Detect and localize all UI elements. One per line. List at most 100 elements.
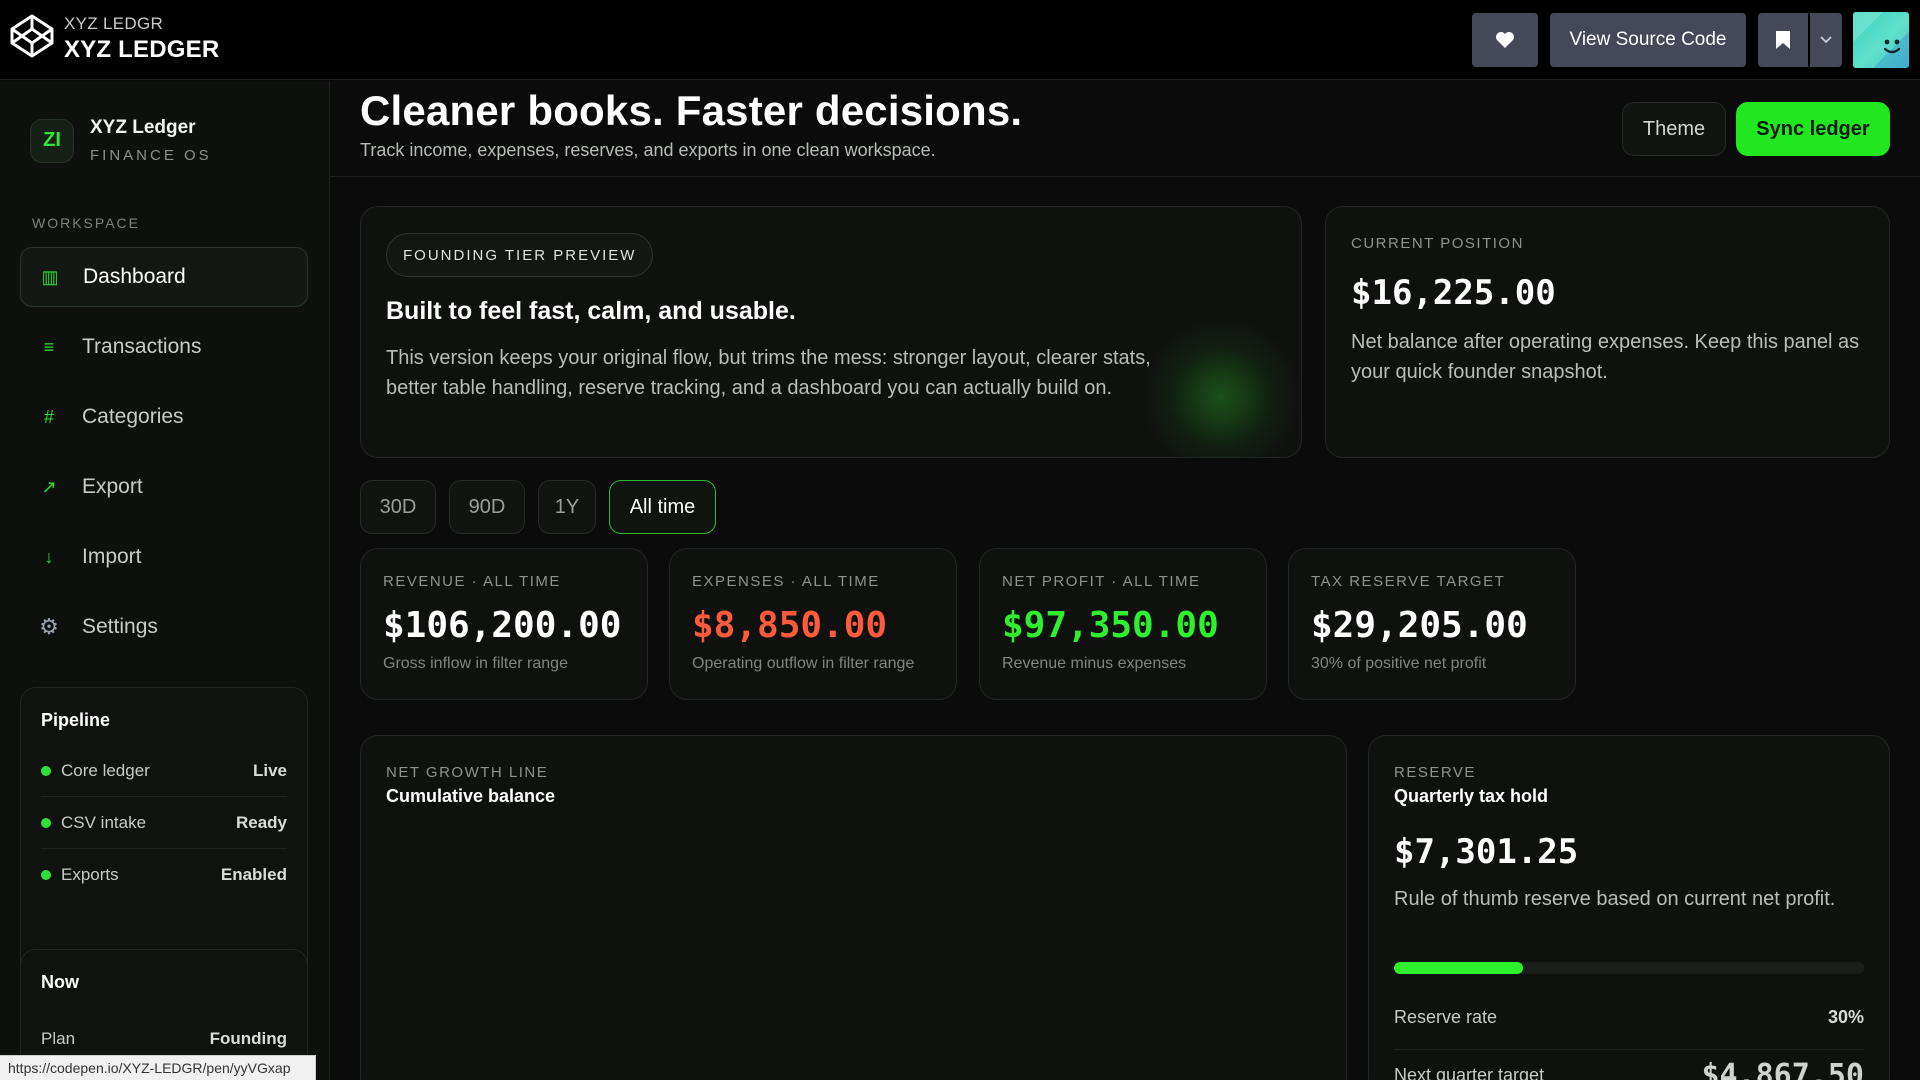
heart-icon — [1496, 32, 1514, 48]
now-title: Now — [41, 972, 79, 992]
theme-button[interactable]: Theme — [1622, 102, 1726, 156]
reserve-caption: RESERVE — [1394, 764, 1476, 781]
pipeline-row-status: Live — [252, 760, 287, 780]
bookmark-menu-button[interactable] — [1810, 13, 1842, 67]
status-dot-icon — [41, 870, 51, 880]
sidebar-item-label: Categories — [82, 405, 184, 428]
filter-90d-button[interactable]: 90D — [449, 480, 525, 534]
sidebar-item-transactions[interactable]: ≡ Transactions — [20, 317, 308, 377]
reserve-rate-row: Reserve rate 30% — [1394, 1000, 1864, 1050]
brand-name: XYZ Ledger — [90, 117, 196, 138]
pipeline-row-label: Core ledger — [61, 760, 150, 780]
reserve-progress-fill — [1394, 962, 1524, 974]
brand-logo-icon: ZI — [30, 118, 74, 163]
sidebar-item-label: Settings — [82, 615, 158, 638]
sidebar-item-categories[interactable]: # Categories — [20, 387, 308, 447]
pipeline-row-label: Exports — [61, 865, 119, 884]
sidebar-nav: ▥ Dashboard ≡ Transactions # Categories … — [20, 247, 308, 667]
stat-caption: REVENUE · ALL TIME — [383, 573, 561, 590]
gear-icon: ⚙ — [39, 614, 59, 639]
net-growth-card: NET GROWTH LINE Cumulative balance — [360, 735, 1347, 1080]
now-row-label: Plan — [41, 1029, 76, 1048]
user-avatar[interactable] — [1853, 12, 1909, 68]
pipeline-row-label: CSV intake — [61, 812, 147, 832]
stat-note: Gross inflow in filter range — [383, 655, 568, 672]
tax-reserve-stat-card: TAX RESERVE TARGET $29,205.00 30% of pos… — [1288, 548, 1576, 700]
pipeline-row-status: Enabled — [220, 865, 287, 884]
now-row-value: Founding — [209, 1029, 287, 1048]
sidebar-item-dashboard[interactable]: ▥ Dashboard — [20, 247, 308, 307]
reserve-rate-label: Reserve rate — [1394, 1007, 1498, 1027]
workspace-label: WORKSPACE — [32, 215, 140, 231]
stat-caption: TAX RESERVE TARGET — [1311, 573, 1506, 590]
codepen-topbar: XYZ LEDGR XYZ LEDGER View Source Code — [0, 0, 1920, 80]
position-description: Net balance after operating expenses. Ke… — [1351, 331, 1860, 383]
sync-ledger-button[interactable]: Sync ledger — [1736, 102, 1890, 156]
stat-value: $97,350.00 — [1002, 605, 1219, 646]
pipeline-title: Pipeline — [41, 710, 111, 730]
bookmark-icon — [1776, 31, 1790, 49]
stat-note: Revenue minus expenses — [1002, 655, 1187, 672]
next-quarter-value: $4,867.50 — [1701, 1058, 1864, 1080]
chevron-down-icon — [1820, 36, 1832, 44]
pen-author[interactable]: XYZ LEDGR — [64, 14, 219, 34]
dashboard-icon: ▥ — [41, 266, 59, 287]
avatar-face-icon — [1853, 12, 1909, 68]
next-quarter-label: Next quarter target — [1394, 1065, 1545, 1080]
bookmark-button[interactable] — [1758, 13, 1808, 67]
sidebar-item-settings[interactable]: ⚙ Settings — [20, 597, 308, 657]
hero-heading: Built to feel fast, calm, and usable. — [386, 297, 796, 325]
page-header: Cleaner books. Faster decisions. Track i… — [330, 81, 1920, 177]
hash-icon: # — [43, 406, 54, 427]
sidebar-item-label: Export — [82, 475, 143, 498]
reserve-progress-bar — [1394, 962, 1864, 974]
stat-caption: NET PROFIT · ALL TIME — [1002, 573, 1201, 590]
view-source-button[interactable]: View Source Code — [1550, 13, 1746, 67]
brand[interactable]: ZI XYZ Ledger FINANCE OS — [30, 117, 212, 164]
now-row: Plan Founding — [21, 993, 307, 1049]
status-dot-icon — [41, 817, 51, 828]
reserve-card: RESERVE Quarterly tax hold $7,301.25 Rul… — [1368, 735, 1890, 1080]
expenses-stat-card: EXPENSES · ALL TIME $8,850.00 Operating … — [669, 548, 957, 700]
hero-card: FOUNDING TIER PREVIEW Built to feel fast… — [360, 206, 1302, 458]
import-arrow-icon: ↓ — [44, 546, 54, 567]
codepen-logo-icon[interactable] — [8, 12, 56, 60]
reserve-description: Rule of thumb reserve based on current n… — [1394, 888, 1836, 910]
filter-30d-button[interactable]: 30D — [360, 480, 436, 534]
pipeline-row: Exports Enabled — [41, 849, 287, 901]
brand-tagline: FINANCE OS — [90, 147, 212, 164]
pipeline-row: Core ledger Live — [41, 745, 287, 797]
growth-title: Cumulative balance — [386, 786, 556, 806]
growth-caption: NET GROWTH LINE — [386, 764, 549, 781]
range-filters: 30D 90D 1Y All time — [360, 480, 729, 534]
net-profit-stat-card: NET PROFIT · ALL TIME $97,350.00 Revenue… — [979, 548, 1267, 700]
reserve-title: Quarterly tax hold — [1394, 786, 1549, 806]
current-position-card: CURRENT POSITION $16,225.00 Net balance … — [1325, 206, 1890, 458]
sidebar-item-export[interactable]: ↗ Export — [20, 457, 308, 517]
pen-title: XYZ LEDGER — [64, 36, 220, 63]
status-url-tooltip: https://codepen.io/XYZ-LEDGR/pen/yyVGxap — [0, 1055, 316, 1080]
pipeline-row-status: Ready — [235, 812, 287, 832]
stat-note: 30% of positive net profit — [1311, 655, 1487, 672]
love-button[interactable] — [1472, 13, 1538, 67]
reserve-value: $7,301.25 — [1394, 832, 1579, 872]
pen-titles: XYZ LEDGR XYZ LEDGER — [64, 14, 219, 64]
sidebar-item-label: Transactions — [82, 335, 202, 358]
list-icon: ≡ — [43, 336, 55, 357]
status-dot-icon — [41, 765, 51, 776]
page-subtitle: Track income, expenses, reserves, and ex… — [360, 140, 936, 160]
sidebar-item-label: Import — [82, 545, 142, 568]
next-quarter-row: Next quarter target $4,867.50 — [1394, 1058, 1864, 1080]
pipeline-row: CSV intake Ready — [41, 797, 287, 849]
sidebar-item-label: Dashboard — [83, 265, 186, 288]
hero-description: This version keeps your original flow, b… — [386, 347, 1151, 399]
stat-caption: EXPENSES · ALL TIME — [692, 573, 880, 590]
stat-value: $106,200.00 — [383, 605, 622, 646]
page-title: Cleaner books. Faster decisions. — [360, 87, 1023, 134]
sidebar-item-import[interactable]: ↓ Import — [20, 527, 308, 587]
filter-1y-button[interactable]: 1Y — [538, 480, 596, 534]
stat-value: $8,850.00 — [692, 605, 888, 646]
tier-badge: FOUNDING TIER PREVIEW — [386, 233, 654, 277]
revenue-stat-card: REVENUE · ALL TIME $106,200.00 Gross inf… — [360, 548, 648, 700]
filter-all-time-button[interactable]: All time — [609, 480, 716, 534]
